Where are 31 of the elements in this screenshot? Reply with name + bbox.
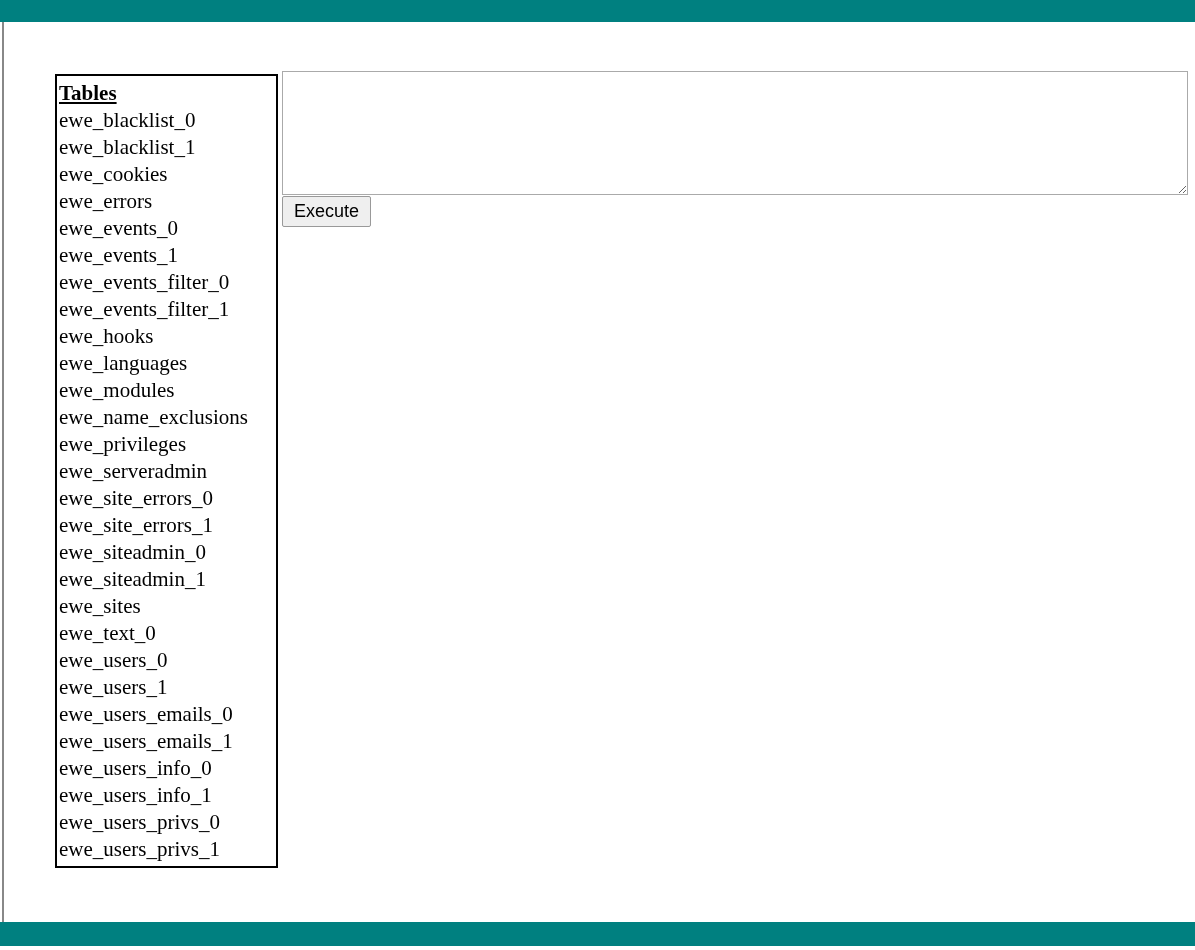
table-name[interactable]: ewe_name_exclusions xyxy=(59,404,276,431)
table-name[interactable]: ewe_users_emails_1 xyxy=(59,728,276,755)
tables-heading: Tables xyxy=(59,80,118,107)
table-name[interactable]: ewe_text_0 xyxy=(59,620,276,647)
table-name[interactable]: ewe_events_filter_1 xyxy=(59,296,276,323)
execute-button[interactable]: Execute xyxy=(282,196,372,227)
table-name[interactable]: ewe_serveradmin xyxy=(59,458,276,485)
table-name[interactable]: ewe_site_errors_1 xyxy=(59,512,276,539)
table-name[interactable]: ewe_users_info_1 xyxy=(59,782,276,809)
table-name[interactable]: ewe_hooks xyxy=(59,323,276,350)
table-name[interactable]: ewe_users_emails_0 xyxy=(59,701,276,728)
table-name[interactable]: ewe_users_info_0 xyxy=(59,755,276,782)
table-name[interactable]: ewe_privileges xyxy=(59,431,276,458)
table-name[interactable]: ewe_errors xyxy=(59,188,276,215)
table-name[interactable]: ewe_blacklist_0 xyxy=(59,107,276,134)
table-name[interactable]: ewe_users_1 xyxy=(59,674,276,701)
query-input[interactable] xyxy=(282,71,1188,195)
table-name[interactable]: ewe_events_1 xyxy=(59,242,276,269)
table-name[interactable]: ewe_users_privs_0 xyxy=(59,809,276,836)
table-name[interactable]: ewe_users_0 xyxy=(59,647,276,674)
table-name[interactable]: ewe_languages xyxy=(59,350,276,377)
table-name[interactable]: ewe_events_0 xyxy=(59,215,276,242)
table-name[interactable]: ewe_users_privs_1 xyxy=(59,836,276,863)
table-name[interactable]: ewe_siteadmin_0 xyxy=(59,539,276,566)
table-name[interactable]: ewe_events_filter_0 xyxy=(59,269,276,296)
table-name[interactable]: ewe_blacklist_1 xyxy=(59,134,276,161)
table-name[interactable]: ewe_cookies xyxy=(59,161,276,188)
table-name[interactable]: ewe_siteadmin_1 xyxy=(59,566,276,593)
table-name[interactable]: ewe_sites xyxy=(59,593,276,620)
table-name[interactable]: ewe_site_errors_0 xyxy=(59,485,276,512)
table-name[interactable]: ewe_modules xyxy=(59,377,276,404)
